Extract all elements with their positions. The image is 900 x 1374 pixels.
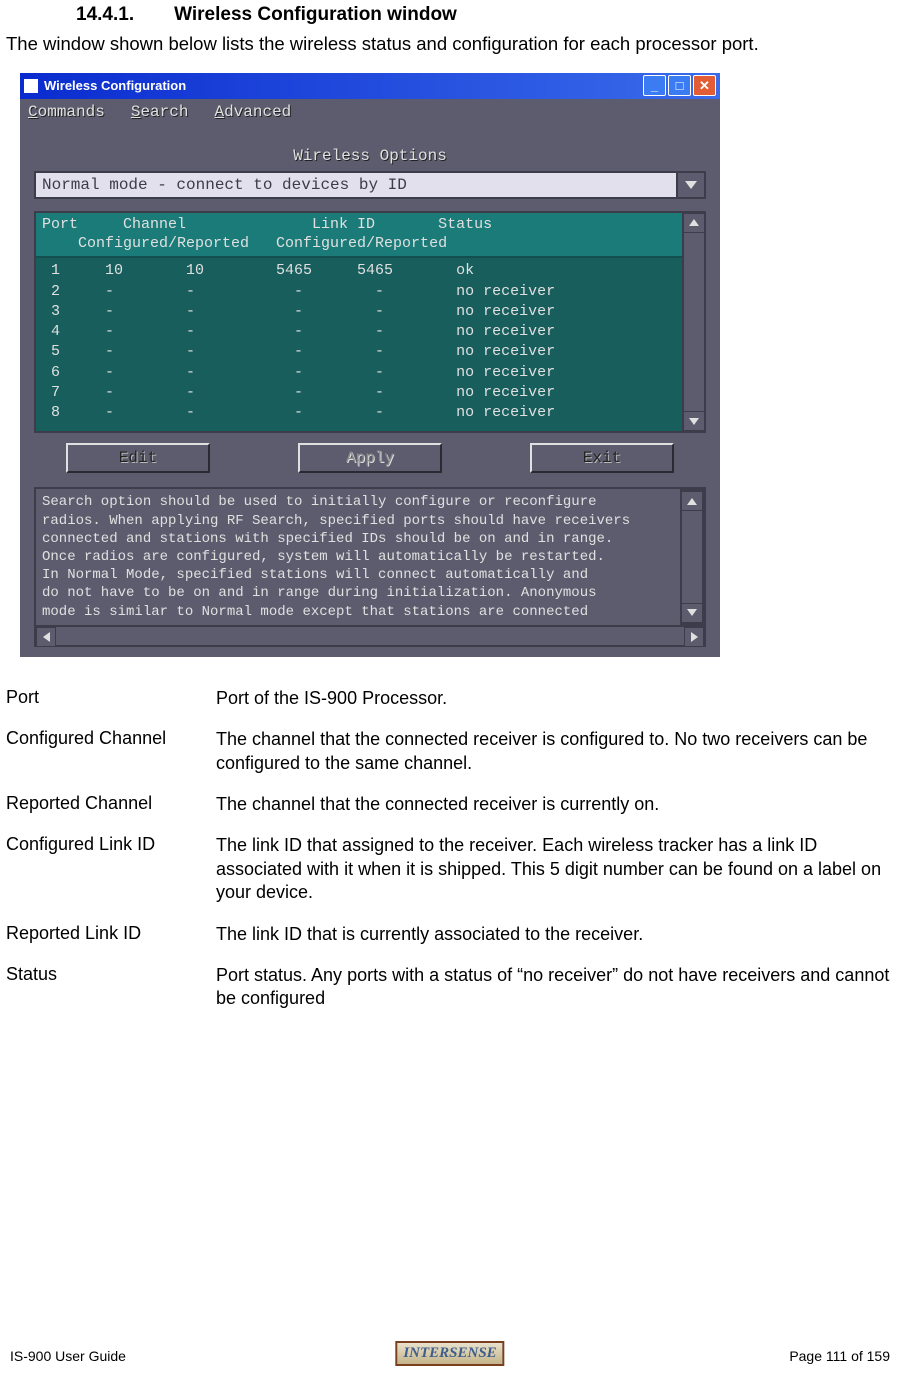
port-table-header: Port Channel Link ID Status Configured/R…	[36, 213, 682, 259]
menu-search[interactable]: Search	[131, 103, 189, 121]
help-scroll-right[interactable]	[684, 627, 704, 647]
arrow-right-icon	[691, 632, 698, 642]
def-configured-channel: Configured ChannelThe channel that the c…	[6, 728, 894, 775]
exit-button[interactable]: Exit	[530, 443, 674, 473]
menu-advanced[interactable]: Advanced	[214, 103, 291, 121]
port-table-rows: 1 10 10 5465 5465 ok 2 - - - - no receiv…	[36, 258, 682, 431]
footer-logo: INTERSENSE	[395, 1341, 504, 1366]
help-scroll-left[interactable]	[36, 627, 56, 647]
options-header: Wireless Options	[26, 147, 714, 165]
window-title: Wireless Configuration	[44, 78, 643, 93]
help-scrollbar-v[interactable]	[680, 489, 704, 624]
footer-left: IS-900 User Guide	[10, 1348, 126, 1364]
app-icon	[24, 79, 38, 93]
arrow-up-icon	[687, 498, 697, 505]
menubar: Commands Search Advanced	[20, 99, 720, 125]
mode-dropdown-value: Normal mode - connect to devices by ID	[36, 173, 676, 197]
section-number: 14.4.1.	[76, 4, 134, 25]
page-footer: IS-900 User Guide Page 111 of 159 INTERS…	[10, 1348, 890, 1364]
def-reported-linkid: Reported Link IDThe link ID that is curr…	[6, 923, 894, 946]
port-table-container: Port Channel Link ID Status Configured/R…	[34, 211, 706, 434]
help-scroll-up[interactable]	[681, 491, 703, 511]
section-title: Wireless Configuration window	[174, 4, 457, 25]
def-port: PortPort of the IS-900 Processor.	[6, 687, 894, 710]
definitions-list: PortPort of the IS-900 Processor. Config…	[6, 687, 894, 1011]
chevron-down-icon	[685, 181, 697, 189]
table-scrollbar[interactable]	[684, 211, 706, 434]
wireless-config-window: Wireless Configuration _ □ ✕ Commands Se…	[20, 73, 720, 657]
scroll-down-button[interactable]	[683, 411, 705, 431]
button-row: Edit Apply Exit	[26, 441, 714, 481]
def-status: StatusPort status. Any ports with a stat…	[6, 964, 894, 1011]
intro-text: The window shown below lists the wireles…	[6, 32, 894, 57]
port-table[interactable]: Port Channel Link ID Status Configured/R…	[34, 211, 684, 434]
scroll-up-button[interactable]	[683, 213, 705, 233]
menu-commands[interactable]: Commands	[28, 103, 105, 121]
help-scrollbar-h[interactable]	[34, 627, 706, 647]
edit-button[interactable]: Edit	[66, 443, 210, 473]
maximize-button[interactable]: □	[668, 75, 691, 96]
arrow-left-icon	[43, 632, 50, 642]
help-area: Search option should be used to initiall…	[34, 487, 706, 646]
def-configured-linkid: Configured Link IDThe link ID that assig…	[6, 834, 894, 904]
apply-button[interactable]: Apply	[298, 443, 442, 473]
dropdown-button[interactable]	[676, 173, 704, 197]
def-reported-channel: Reported ChannelThe channel that the con…	[6, 793, 894, 816]
arrow-up-icon	[689, 219, 699, 226]
mode-dropdown[interactable]: Normal mode - connect to devices by ID	[34, 171, 706, 199]
titlebar[interactable]: Wireless Configuration _ □ ✕	[20, 73, 720, 99]
minimize-button[interactable]: _	[643, 75, 666, 96]
arrow-down-icon	[689, 418, 699, 425]
help-scroll-down[interactable]	[681, 603, 703, 623]
section-heading: 14.4.1. Wireless Configuration window	[76, 4, 894, 26]
footer-right: Page 111 of 159	[789, 1348, 890, 1364]
arrow-down-icon	[687, 609, 697, 616]
close-button[interactable]: ✕	[693, 75, 716, 96]
help-text: Search option should be used to initiall…	[36, 489, 680, 624]
